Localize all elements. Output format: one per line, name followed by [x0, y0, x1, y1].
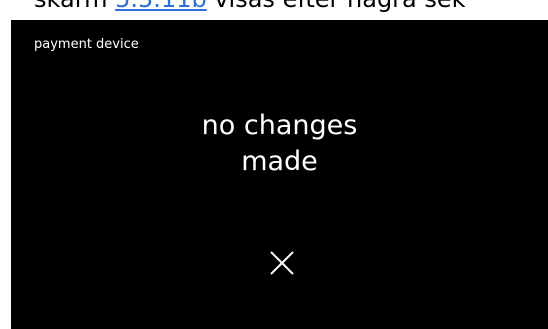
- caption-suffix: visas efter några sek: [207, 0, 465, 13]
- screen-title: payment device: [34, 37, 139, 52]
- close-button[interactable]: [261, 242, 303, 284]
- document-page: skärm 5.5.11b visas efter några sek paym…: [0, 0, 548, 329]
- document-caption-text: skärm 5.5.11b visas efter några sek: [34, 0, 466, 13]
- status-message-line-2: made: [241, 146, 318, 177]
- screen-reference-link[interactable]: 5.5.11b: [115, 0, 207, 13]
- status-message-line-1: no changes: [201, 110, 358, 141]
- status-message: no changes made: [11, 108, 548, 180]
- device-screen: payment device no changes made: [11, 20, 548, 329]
- close-icon: [270, 251, 294, 275]
- caption-prefix: skärm: [34, 0, 115, 13]
